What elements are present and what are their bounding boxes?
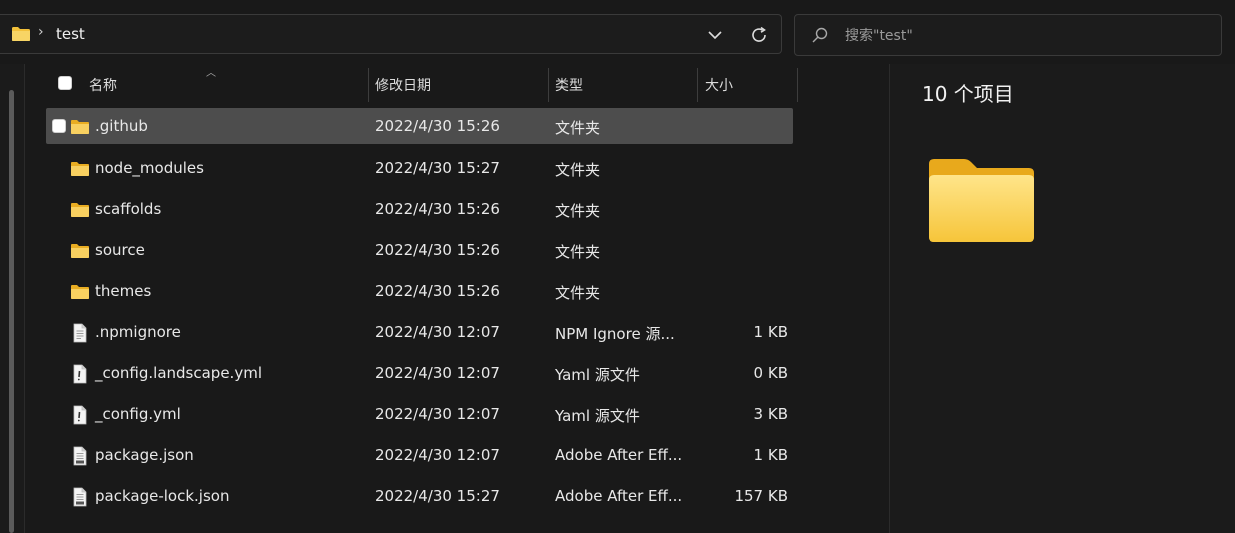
file-name: scaffolds <box>95 200 162 218</box>
column-resize-handle[interactable] <box>797 68 798 102</box>
file-modified: 2022/4/30 12:07 <box>375 323 500 341</box>
file-name: _config.yml <box>95 405 181 423</box>
file-name: .npmignore <box>95 323 181 341</box>
file-row-github[interactable]: .github 2022/4/30 15:26 文件夹 <box>46 108 793 144</box>
file-type: Adobe After Eff... <box>555 487 683 505</box>
file-row-npmignore[interactable]: .npmignore 2022/4/30 12:07 NPM Ignore 源.… <box>46 313 793 354</box>
column-resize-handle[interactable] <box>368 68 369 102</box>
chevron-down-icon[interactable] <box>706 26 724 44</box>
file-type: 文件夹 <box>555 243 601 261</box>
file-name: .github <box>95 117 148 135</box>
column-resize-handle[interactable] <box>697 68 698 102</box>
navigation-pane-scrollbar-thumb[interactable] <box>9 90 14 533</box>
file-name: themes <box>95 282 152 300</box>
search-box[interactable] <box>794 14 1222 56</box>
file-modified: 2022/4/30 12:07 <box>375 364 500 382</box>
file-modified: 2022/4/30 12:07 <box>375 405 500 423</box>
file-modified: 2022/4/30 15:27 <box>375 487 500 505</box>
file-modified: 2022/4/30 15:26 <box>375 241 500 259</box>
file-row-package-lock-json[interactable]: package-lock.json 2022/4/30 15:27 Adobe … <box>46 477 793 518</box>
folder-icon <box>71 285 89 299</box>
file-list: .github 2022/4/30 15:26 文件夹 node_modules… <box>46 108 793 518</box>
search-icon <box>812 27 828 43</box>
column-header-size[interactable]: 大小 <box>705 68 733 102</box>
address-bar[interactable]: › test <box>0 14 782 54</box>
refresh-icon[interactable] <box>748 24 770 46</box>
file-type: 文件夹 <box>555 284 601 302</box>
column-header-name[interactable]: 名称 <box>89 68 117 102</box>
details-pane: 10 个项目 <box>890 64 1235 533</box>
pane-divider[interactable] <box>24 64 25 533</box>
file-row-scaffolds[interactable]: scaffolds 2022/4/30 15:26 文件夹 <box>46 190 793 231</box>
file-size: 1 KB <box>753 446 788 464</box>
file-modified: 2022/4/30 15:26 <box>375 282 500 300</box>
file-row-source[interactable]: source 2022/4/30 15:26 文件夹 <box>46 231 793 272</box>
folder-icon <box>71 203 89 217</box>
column-header-modified[interactable]: 修改日期 <box>375 68 431 102</box>
file-row-config-yml[interactable]: _config.yml 2022/4/30 12:07 Yaml 源文件 3 K… <box>46 395 793 436</box>
file-modified: 2022/4/30 15:26 <box>375 200 500 218</box>
file-size: 1 KB <box>753 323 788 341</box>
json-file-icon <box>73 487 87 507</box>
file-size: 3 KB <box>753 405 788 423</box>
file-row-themes[interactable]: themes 2022/4/30 15:26 文件夹 <box>46 272 793 313</box>
file-type: 文件夹 <box>555 119 601 137</box>
file-type: NPM Ignore 源... <box>555 325 675 343</box>
file-type: Adobe After Eff... <box>555 446 683 464</box>
navigation-pane-scrollbar-track[interactable] <box>0 64 24 533</box>
file-type: Yaml 源文件 <box>555 407 640 425</box>
folder-icon <box>71 120 89 134</box>
row-checkbox[interactable] <box>52 119 66 133</box>
file-name: package-lock.json <box>95 487 230 505</box>
yaml-file-icon <box>73 364 87 384</box>
file-modified: 2022/4/30 15:27 <box>375 159 500 177</box>
file-modified: 2022/4/30 12:07 <box>375 446 500 464</box>
select-all-checkbox[interactable] <box>58 76 72 90</box>
column-header-type[interactable]: 类型 <box>555 68 583 102</box>
file-modified: 2022/4/30 15:26 <box>375 117 500 135</box>
folder-icon <box>71 162 89 176</box>
file-name: package.json <box>95 446 194 464</box>
file-size: 0 KB <box>753 364 788 382</box>
folder-icon <box>71 244 89 258</box>
file-row-node-modules[interactable]: node_modules 2022/4/30 15:27 文件夹 <box>46 149 793 190</box>
file-row-config-landscape[interactable]: _config.landscape.yml 2022/4/30 12:07 Ya… <box>46 354 793 395</box>
item-count: 10 个项目 <box>922 82 1014 106</box>
column-resize-handle[interactable] <box>548 68 549 102</box>
file-name: source <box>95 241 145 259</box>
file-type: 文件夹 <box>555 161 601 179</box>
file-name: node_modules <box>95 159 204 177</box>
yaml-file-icon <box>73 405 87 425</box>
file-explorer-window: › test ︿ 名称 修改日期 类型 大小 <box>0 0 1235 533</box>
file-type: 文件夹 <box>555 202 601 220</box>
json-file-icon <box>73 446 87 466</box>
file-type: Yaml 源文件 <box>555 366 640 384</box>
breadcrumb-item-test[interactable]: test <box>56 25 85 43</box>
search-input[interactable] <box>843 24 1207 48</box>
folder-icon <box>12 27 30 41</box>
file-size: 157 KB <box>734 487 788 505</box>
folder-preview-icon <box>929 159 1034 242</box>
breadcrumb-separator: › <box>38 24 44 40</box>
text-file-icon <box>73 323 87 343</box>
file-row-package-json[interactable]: package.json 2022/4/30 12:07 Adobe After… <box>46 436 793 477</box>
sort-ascending-icon: ︿ <box>206 68 216 79</box>
file-name: _config.landscape.yml <box>95 364 262 382</box>
